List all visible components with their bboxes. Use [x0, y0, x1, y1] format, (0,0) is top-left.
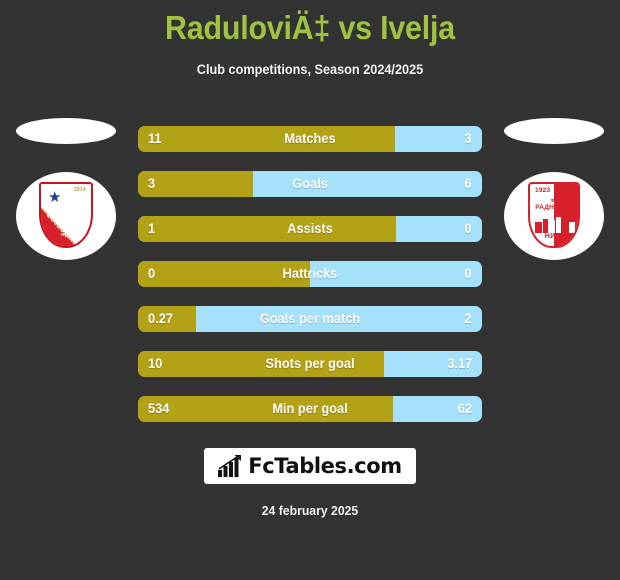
stats-bar-list: 11 Matches 3 3 Goals 6 1 Assists 0 0 Hat…	[138, 126, 482, 441]
home-crest-year: 1914	[73, 187, 86, 193]
page-subtitle: Club competitions, Season 2024/2025	[196, 62, 424, 77]
stat-label: Goals per match	[259, 311, 361, 326]
away-value: 6	[464, 176, 472, 191]
away-ellipse-decoration	[504, 118, 604, 144]
fctables-logo[interactable]: FcTables.com	[204, 448, 416, 484]
home-team-crest: 1914 ВОЈВОДИНА НОВИ САД	[16, 172, 116, 260]
stat-row-goals-per-match: 0.27 Goals per match 2	[138, 306, 482, 332]
away-value: 62	[457, 401, 472, 416]
home-ellipse-decoration	[16, 118, 116, 144]
fctables-logo-text: FcTables.com	[248, 454, 402, 478]
away-team-column: 1923 ФК РАДНИЧКИ НИШ	[496, 118, 612, 288]
stat-row-matches: 11 Matches 3	[138, 126, 482, 152]
stat-row-goals: 3 Goals 6	[138, 171, 482, 197]
away-crest-name: РАДНИЧКИ	[535, 204, 573, 211]
comparison-infographic: RaduloviÄ‡ vs Ivelja Club competitions, …	[0, 0, 620, 580]
bar-chart-arrow-icon	[218, 455, 242, 477]
away-crest-city: НИШ	[544, 233, 564, 240]
away-value: 0	[464, 221, 472, 236]
stat-label: Assists	[287, 221, 333, 236]
stat-row-shots-per-goal: 10 Shots per goal 3.17	[138, 351, 482, 377]
home-team-column: 1914 ВОЈВОДИНА НОВИ САД	[8, 118, 124, 288]
stat-label: Hattricks	[282, 266, 338, 281]
away-team-crest: 1923 ФК РАДНИЧКИ НИШ	[504, 172, 604, 260]
date-label: 24 february 2025	[261, 503, 359, 518]
stat-label: Shots per goal	[265, 356, 355, 371]
stat-row-min-per-goal: 534 Min per goal 62	[138, 396, 482, 422]
away-value: 3.17	[447, 356, 472, 371]
stat-label: Goals	[292, 176, 328, 191]
stat-row-assists: 1 Assists 0	[138, 216, 482, 242]
away-value: 3	[464, 131, 472, 146]
away-crest-year: 1923	[535, 187, 551, 194]
stat-label: Matches	[284, 131, 336, 146]
away-crest-prefix: ФК	[550, 198, 558, 203]
stat-label: Min per goal	[272, 401, 348, 416]
radnicki-fortress-icon	[535, 215, 575, 233]
away-value: 2	[464, 311, 472, 326]
stat-row-hattricks: 0 Hattricks 0	[138, 261, 482, 287]
home-crest-city: НОВИ САД	[61, 232, 88, 237]
page-title: RaduloviÄ‡ vs Ivelja	[165, 9, 455, 46]
away-value: 0	[464, 266, 472, 281]
